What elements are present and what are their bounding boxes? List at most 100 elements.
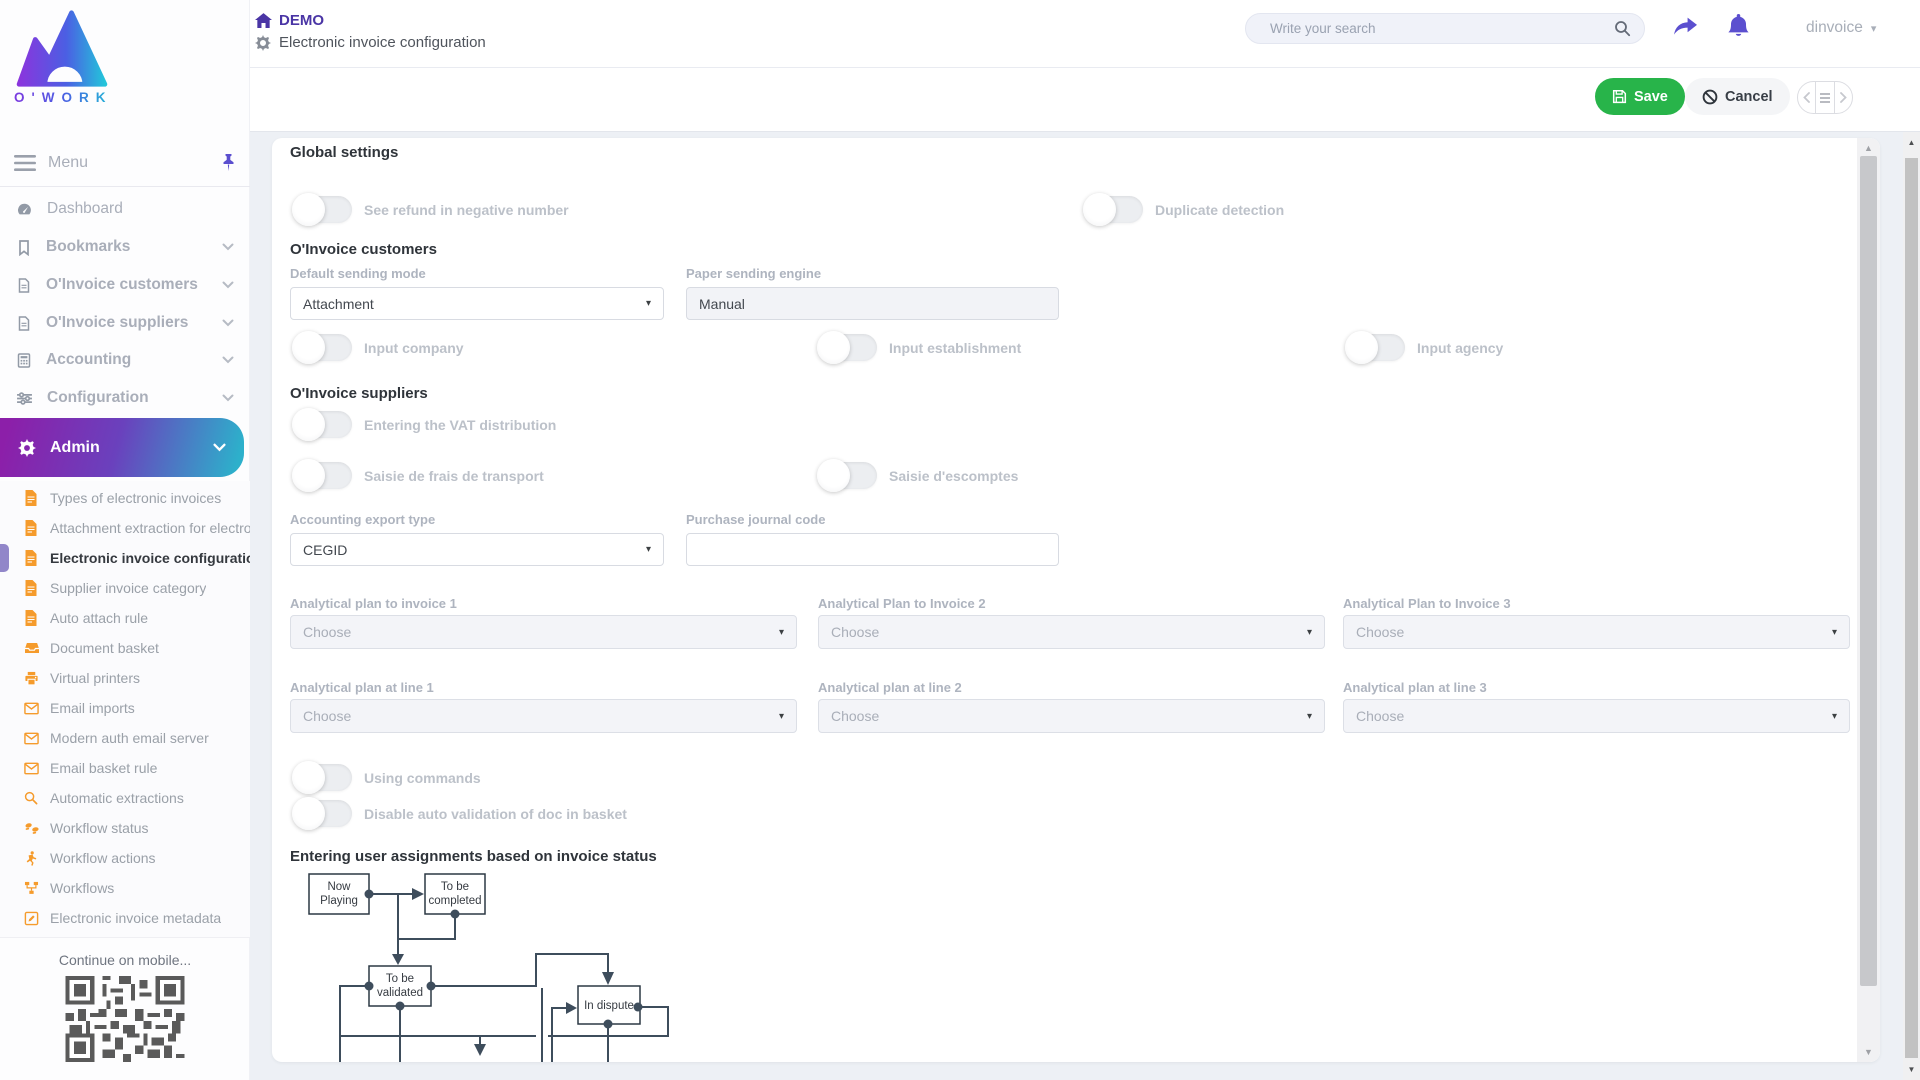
envelope-icon <box>24 730 41 747</box>
toggle-see-refund-negative[interactable] <box>294 196 352 223</box>
analytical-plan-invoice-3-select[interactable]: Choose▾ <box>1343 615 1850 649</box>
toggle-label: Disable auto validation of doc in basket <box>364 806 627 822</box>
admin-gear-icon <box>18 439 36 457</box>
ban-icon <box>1702 89 1718 105</box>
submenu-item-electronic-invoice-configuration[interactable]: Electronic invoice configuration <box>0 543 250 573</box>
scroll-up-icon[interactable]: ▲ <box>1857 143 1880 153</box>
analytical-plan-invoice-1-select[interactable]: Choose▾ <box>290 615 797 649</box>
submenu-item-document-basket[interactable]: Document basket <box>0 633 250 663</box>
field-label: Analytical Plan to Invoice 2 <box>818 596 986 611</box>
sidebar-item-accounting[interactable]: Accounting <box>0 341 250 379</box>
scroll-down-icon[interactable]: ▼ <box>1857 1047 1880 1057</box>
user-menu[interactable]: dinvoice ▾ <box>1806 19 1876 37</box>
dashboard-icon <box>16 201 33 218</box>
toggle-vat-distribution[interactable] <box>294 411 352 438</box>
file-invoice-icon <box>24 610 41 627</box>
submenu-item-attachment-extraction[interactable]: Attachment extraction for electroni <box>0 513 250 543</box>
running-person-icon <box>24 850 41 867</box>
sliders-icon <box>16 390 33 407</box>
workflow-diagram: Now Playing To be completed To be valida… <box>290 866 760 1062</box>
svg-text:validated: validated <box>377 987 423 999</box>
workflow-node-to-be-validated <box>369 966 431 1006</box>
toggle-discounts[interactable] <box>819 462 877 489</box>
submenu-item-email-imports[interactable]: Email imports <box>0 693 250 723</box>
toggle-input-company[interactable] <box>294 334 352 361</box>
qr-code <box>64 976 186 1062</box>
pin-icon[interactable] <box>221 154 236 172</box>
submenu-item-supplier-invoice-category[interactable]: Supplier invoice category <box>0 573 250 603</box>
prev-record-button[interactable] <box>1798 82 1815 113</box>
analytical-plan-line-2-select[interactable]: Choose▾ <box>818 699 1325 733</box>
search-icon[interactable] <box>1614 20 1631 37</box>
menu-toggle[interactable]: Menu <box>0 140 250 186</box>
file-icon <box>16 315 32 332</box>
submenu-item-auto-attach-rule[interactable]: Auto attach rule <box>0 603 250 633</box>
analytical-plan-line-1-select[interactable]: Choose▾ <box>290 699 797 733</box>
submenu-item-types-of-electronic-invoices[interactable]: Types of electronic invoices <box>0 483 250 513</box>
sidebar-item-configuration[interactable]: Configuration <box>0 379 250 417</box>
toggle-disable-auto-validation[interactable] <box>294 800 352 827</box>
breadcrumb: DEMO <box>255 12 324 29</box>
sidebar-item-bookmarks[interactable]: Bookmarks <box>0 228 250 266</box>
submenu-item-workflow-actions[interactable]: Workflow actions <box>0 843 250 873</box>
svg-text:completed: completed <box>428 895 481 907</box>
sidebar-item-oinvoice-customers[interactable]: O'Invoice customers <box>0 266 250 304</box>
submenu-item-modern-auth-email-server[interactable]: Modern auth email server <box>0 723 250 753</box>
toggle-input-agency[interactable] <box>1347 334 1405 361</box>
file-invoice-icon <box>24 490 41 507</box>
caret-down-icon: ▾ <box>646 298 651 309</box>
section-oinvoice-suppliers: O'Invoice suppliers <box>290 385 428 402</box>
caret-down-icon: ▾ <box>1832 627 1837 638</box>
card-scrollbar[interactable]: ▲ ▼ <box>1857 138 1880 1062</box>
toggle-label: Input establishment <box>889 340 1021 356</box>
toggle-duplicate-detection[interactable] <box>1085 196 1143 223</box>
sidebar-item-admin[interactable]: Admin <box>0 418 244 477</box>
svg-text:To be: To be <box>386 973 414 985</box>
field-label: Analytical plan at line 1 <box>290 680 434 695</box>
toggle-using-commands[interactable] <box>294 764 352 791</box>
field-label: Purchase journal code <box>686 512 825 527</box>
scroll-up-icon[interactable]: ▲ <box>1903 138 1920 147</box>
submenu-item-electronic-invoice-metadata[interactable]: Electronic invoice metadata <box>0 903 250 933</box>
chevron-down-icon <box>222 314 234 332</box>
svg-text:To be: To be <box>441 881 469 893</box>
default-sending-mode-select[interactable]: Attachment▾ <box>290 287 664 320</box>
submenu-item-email-basket-rule[interactable]: Email basket rule <box>0 753 250 783</box>
submenu-item-workflows[interactable]: Workflows <box>0 873 250 903</box>
toggle-label: Input agency <box>1417 340 1503 356</box>
window-scrollbar[interactable]: ▲ ▼ <box>1903 132 1920 1080</box>
caret-down-icon: ▾ <box>779 627 784 638</box>
record-list-button[interactable] <box>1815 82 1833 113</box>
sidebar-item-dashboard[interactable]: Dashboard <box>0 190 250 228</box>
envelope-icon <box>24 760 41 777</box>
submenu-item-virtual-printers[interactable]: Virtual printers <box>0 663 250 693</box>
submenu-item-automatic-extractions[interactable]: Automatic extractions <box>0 783 250 813</box>
sidebar-item-oinvoice-suppliers[interactable]: O'Invoice suppliers <box>0 304 250 342</box>
chevron-down-icon <box>222 351 234 369</box>
search-input[interactable] <box>1270 21 1614 36</box>
window-scrollbar-thumb[interactable] <box>1905 158 1918 1058</box>
sidebar: O'WORK Menu Dashboard Bookmarks O'Invoic… <box>0 0 250 1080</box>
cancel-button[interactable]: Cancel <box>1685 78 1790 115</box>
scroll-down-icon[interactable]: ▼ <box>1903 1065 1920 1074</box>
paper-sending-engine-input[interactable] <box>686 287 1059 320</box>
breadcrumb-app[interactable]: DEMO <box>279 12 324 29</box>
toggle-transport-fees[interactable] <box>294 462 352 489</box>
save-button[interactable]: Save <box>1595 78 1685 115</box>
accounting-export-type-select[interactable]: CEGID▾ <box>290 533 664 566</box>
search-bar[interactable] <box>1245 13 1645 44</box>
share-icon[interactable] <box>1674 17 1697 37</box>
bell-icon[interactable] <box>1727 14 1750 39</box>
header-divider-top <box>205 67 1920 68</box>
card-scrollbar-thumb[interactable] <box>1860 156 1877 986</box>
svg-text:In dispute: In dispute <box>584 1000 634 1012</box>
pen-square-icon <box>24 910 41 927</box>
record-pager <box>1797 81 1853 114</box>
toggle-label: Saisie de frais de transport <box>364 468 544 484</box>
purchase-journal-code-input[interactable] <box>686 533 1059 566</box>
analytical-plan-invoice-2-select[interactable]: Choose▾ <box>818 615 1325 649</box>
next-record-button[interactable] <box>1834 82 1852 113</box>
toggle-input-establishment[interactable] <box>819 334 877 361</box>
submenu-item-workflow-status[interactable]: Workflow status <box>0 813 250 843</box>
analytical-plan-line-3-select[interactable]: Choose▾ <box>1343 699 1850 733</box>
